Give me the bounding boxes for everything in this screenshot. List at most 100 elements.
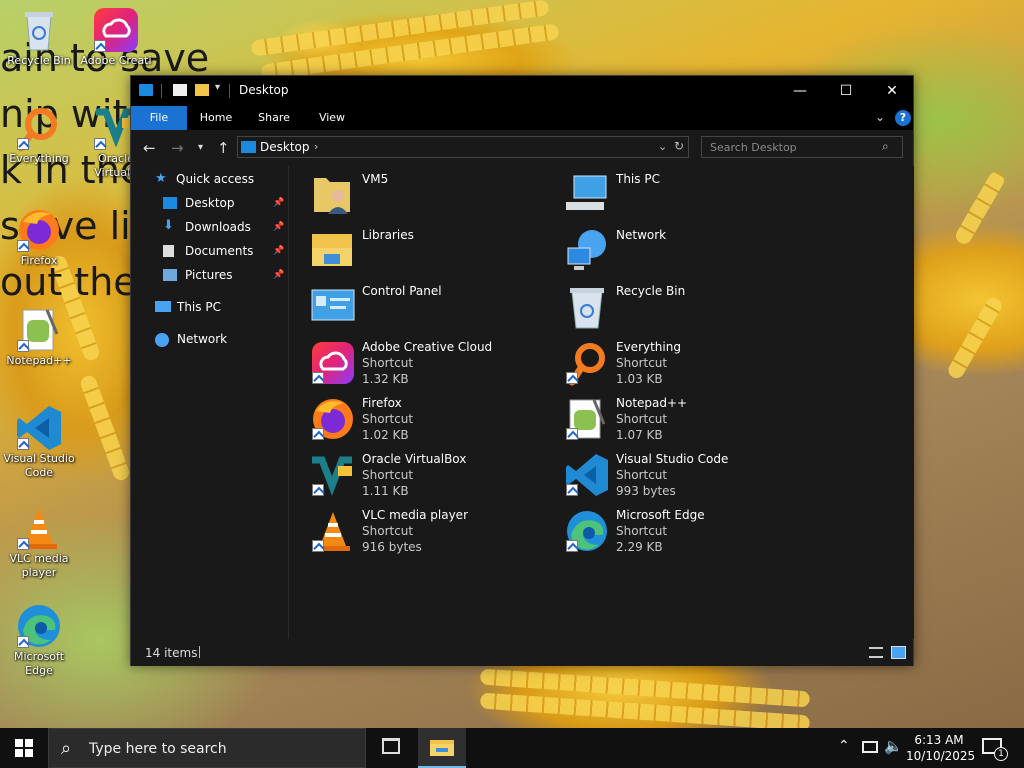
desktop-folder-icon — [241, 141, 256, 153]
recent-locations-icon[interactable]: ▾ — [198, 142, 203, 153]
minimize-button[interactable]: — — [777, 76, 823, 106]
title-bar[interactable]: ▾ Desktop — ☐ ✕ — [131, 76, 913, 106]
network-status-icon[interactable] — [862, 741, 878, 753]
documents-icon — [163, 245, 174, 257]
list-item[interactable]: Everything Shortcut 1.03 KB — [544, 334, 784, 388]
volume-muted-icon[interactable]: 🔈 — [884, 737, 903, 755]
pin-icon: 📌 — [273, 222, 285, 232]
list-item[interactable]: Notepad++ Shortcut 1.07 KB — [544, 390, 784, 444]
clock-date: 10/10/2025 — [906, 749, 976, 763]
sidebar-item-network[interactable]: Network — [155, 330, 285, 352]
adobe-creative-cloud-icon — [310, 340, 356, 386]
address-text: Desktop — [260, 140, 310, 154]
desktop-icon-vscode[interactable]: Visual Studio Code — [1, 404, 77, 480]
system-clock[interactable]: 6:13 AM 10/10/2025 — [906, 732, 976, 764]
libraries-icon — [310, 228, 356, 274]
back-arrow-icon[interactable]: ← — [143, 139, 156, 157]
desktop-icon-adobe[interactable]: Adobe Creati — [78, 6, 154, 68]
sidebar-item-quick-access[interactable]: ★ Quick access — [155, 170, 285, 192]
address-dropdown-icon[interactable]: ⌄ — [658, 140, 667, 153]
download-icon: ⬇ — [163, 218, 174, 233]
pin-icon: 📌 — [273, 246, 285, 256]
list-item[interactable]: Libraries — [290, 222, 530, 276]
search-icon: ⌕ — [882, 139, 889, 153]
list-item[interactable]: VLC media player Shortcut 916 bytes — [290, 502, 530, 556]
edge-icon — [564, 508, 610, 554]
sidebar-item-this-pc[interactable]: This PC — [155, 298, 285, 320]
tab-home[interactable]: Home — [191, 106, 241, 130]
desktop-icon-firefox[interactable]: Firefox — [1, 206, 77, 268]
window-title: Desktop — [239, 83, 289, 97]
vlc-icon — [15, 504, 63, 552]
forward-arrow-icon[interactable]: → — [171, 139, 184, 157]
file-list: VM5 This PC Libraries Network Control Pa… — [290, 166, 914, 639]
desktop-icon-recycle-bin[interactable]: Recycle Bin — [1, 6, 77, 68]
everything-icon — [15, 104, 63, 152]
list-item[interactable]: This PC — [544, 166, 784, 220]
task-view-icon[interactable] — [382, 738, 400, 754]
file-explorer-icon — [430, 740, 454, 756]
close-button[interactable]: ✕ — [869, 76, 915, 106]
show-hidden-icons-chevron-icon[interactable]: ⌃ — [838, 738, 850, 754]
firefox-icon — [310, 396, 356, 442]
desktop-icon-edge[interactable]: Microsoft Edge — [1, 602, 77, 678]
pictures-icon — [163, 269, 177, 281]
navigation-bar: ← → ▾ ↑ Desktop › ⌄ ↻ Search Desktop ⌕ — [131, 130, 913, 166]
expand-ribbon-icon[interactable]: ⌄ — [875, 110, 885, 124]
details-view-icon[interactable] — [869, 647, 883, 658]
new-folder-icon[interactable] — [195, 84, 209, 96]
taskbar-file-explorer-button[interactable] — [418, 728, 466, 768]
list-item[interactable]: Recycle Bin — [544, 278, 784, 332]
desktop-icon-notepadpp[interactable]: Notepad++ — [1, 306, 77, 368]
list-item[interactable]: VM5 — [290, 166, 530, 220]
tab-share[interactable]: Share — [249, 106, 299, 130]
pin-icon: 📌 — [273, 198, 285, 208]
list-item[interactable]: Microsoft Edge Shortcut 2.29 KB — [544, 502, 784, 556]
desktop-icon-vlc[interactable]: VLC media player — [1, 504, 77, 580]
breadcrumb-chevron-icon[interactable]: › — [314, 140, 318, 153]
clock-time: 6:13 AM — [914, 733, 964, 747]
address-bar[interactable]: Desktop › ⌄ ↻ — [237, 136, 689, 158]
list-item[interactable]: Network — [544, 222, 784, 276]
firefox-icon — [15, 206, 63, 254]
this-pc-icon — [564, 172, 610, 218]
customize-toolbar-icon[interactable]: ▾ — [215, 82, 220, 93]
network-icon — [564, 228, 610, 274]
navigation-pane: ★ Quick access Desktop 📌 ⬇ Downloads 📌 D… — [131, 166, 289, 639]
taskbar: ⌕ Type here to search ⌃ 🔈 6:13 AM 10/10/… — [0, 728, 1024, 768]
taskbar-search-box[interactable]: ⌕ Type here to search — [48, 728, 366, 768]
search-icon: ⌕ — [61, 738, 72, 759]
up-arrow-icon[interactable]: ↑ — [217, 139, 230, 157]
list-item[interactable]: Adobe Creative Cloud Shortcut 1.32 KB — [290, 334, 530, 388]
tab-view[interactable]: View — [307, 106, 357, 130]
user-folder-icon — [310, 172, 356, 218]
recycle-bin-icon — [15, 6, 63, 54]
start-button[interactable] — [15, 739, 33, 760]
list-item[interactable]: Visual Studio Code Shortcut 993 bytes — [544, 446, 784, 500]
tab-file[interactable]: File — [131, 106, 187, 130]
explorer-window-icon — [139, 84, 153, 96]
desktop-icon-everything[interactable]: Everything — [1, 104, 77, 166]
notepadpp-icon — [15, 306, 63, 354]
refresh-icon[interactable]: ↻ — [674, 139, 684, 153]
ribbon-tabs: File Home Share View ⌄ ? — [131, 106, 913, 130]
windows-logo-icon — [15, 739, 33, 757]
properties-icon[interactable] — [173, 84, 187, 96]
search-box[interactable]: Search Desktop ⌕ — [701, 136, 903, 158]
list-item[interactable]: Control Panel — [290, 278, 530, 332]
large-icons-view-icon[interactable] — [891, 646, 906, 659]
item-count: 14 items — [145, 646, 198, 660]
list-item[interactable]: Oracle VirtualBox Shortcut 1.11 KB — [290, 446, 530, 500]
desktop-folder-icon — [163, 197, 177, 209]
list-item[interactable]: Firefox Shortcut 1.02 KB — [290, 390, 530, 444]
vscode-icon — [15, 404, 63, 452]
star-icon: ★ — [155, 171, 167, 186]
network-icon — [155, 333, 169, 347]
taskbar-search-text: Type here to search — [89, 741, 227, 757]
notification-count-badge: 1 — [994, 747, 1008, 761]
vscode-icon — [564, 452, 610, 498]
pin-icon: 📌 — [273, 270, 285, 280]
maximize-button[interactable]: ☐ — [823, 76, 869, 106]
help-icon[interactable]: ? — [895, 110, 911, 126]
this-pc-icon — [155, 301, 171, 312]
